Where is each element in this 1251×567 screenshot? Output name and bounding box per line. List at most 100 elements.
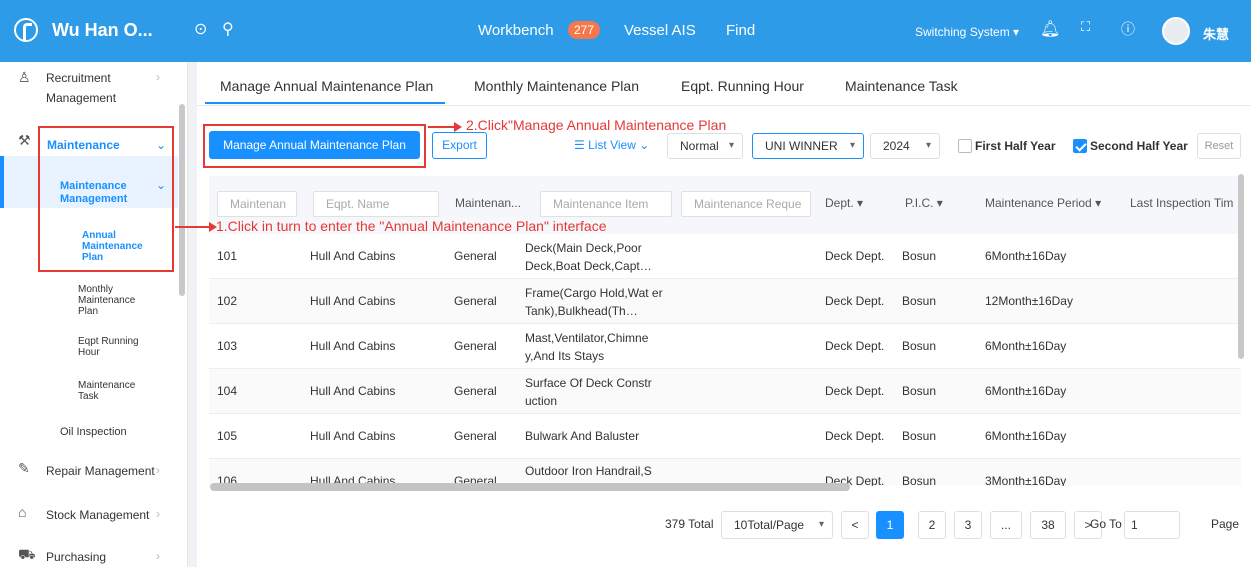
table-vertical-scrollbar[interactable]: [1238, 174, 1244, 359]
sidebar-item-repair[interactable]: ✎ Repair Management ›: [0, 460, 178, 482]
sidebar-item-maintenance-task[interactable]: Maintenance Task: [0, 380, 178, 404]
year-value: 2024: [883, 139, 910, 153]
tab-monthly-plan[interactable]: Monthly Maintenance Plan: [474, 78, 639, 94]
column-last-inspection[interactable]: Last Inspection Tim: [1130, 196, 1240, 210]
page-button[interactable]: 2: [918, 511, 946, 539]
sidebar-item-oil-inspection[interactable]: Oil Inspection: [0, 424, 178, 444]
table-horizontal-scrollbar[interactable]: [210, 483, 850, 491]
cell-dept: Deck Dept.: [825, 429, 885, 443]
cell-eqpt: Hull And Cabins: [310, 429, 396, 443]
wrench-icon: ⚒: [18, 132, 31, 148]
sidebar-item-purchasing[interactable]: ⛟ Purchasing ›: [0, 546, 178, 566]
list-view-toggle[interactable]: ☰ List View ⌄: [574, 138, 649, 152]
sidebar-scrollbar[interactable]: [179, 104, 185, 296]
sidebar-item-label: Oil Inspection: [60, 426, 127, 438]
cell-type: General: [454, 339, 497, 353]
cell-period: 3Month±16Day: [985, 474, 1067, 486]
cell-no: 105: [217, 429, 238, 443]
cell-item: Frame(Cargo Hold,Wat er Tank),Bulkhead(T…: [525, 286, 663, 318]
page-size-value: 10Total/Page: [734, 518, 805, 532]
table-row[interactable]: 102 Hull And Cabins General Frame(Cargo …: [209, 279, 1241, 324]
column-dept[interactable]: Dept. ▾: [825, 196, 863, 210]
page-ellipsis[interactable]: ...: [990, 511, 1022, 539]
column-maintenance-type[interactable]: Maintenan...: [455, 196, 521, 210]
vessel-value: UNI WINNER: [765, 139, 838, 153]
collapse-menu-icon[interactable]: ⊙: [194, 19, 207, 39]
filter-eqpt-name[interactable]: Eqpt. Name: [313, 191, 439, 217]
cell-no: 103: [217, 339, 238, 353]
annotation-box-button: [203, 124, 426, 168]
annotation-step1: 1.Click in turn to enter the "Annual Mai…: [216, 218, 607, 234]
reset-button[interactable]: Reset: [1197, 133, 1241, 159]
page-label: Page: [1211, 517, 1240, 531]
cell-no: 101: [217, 249, 238, 263]
pagination-total: 379 Total: [665, 517, 714, 531]
search-icon[interactable]: ⚲: [222, 19, 234, 39]
filter-maintenance-item[interactable]: Maintenance Item: [540, 191, 672, 217]
cell-item: Surface Of Deck Constr uction: [525, 376, 652, 408]
year-select[interactable]: 2024 ▾: [870, 133, 940, 159]
table-row[interactable]: 103 Hull And Cabins General Mast,Ventila…: [209, 324, 1241, 369]
page-size-select[interactable]: 10Total/Page ▾: [721, 511, 833, 539]
list-icon: ☰: [574, 138, 589, 152]
cell-period: 6Month±16Day: [985, 429, 1067, 443]
sidebar-item-stock[interactable]: ⌂ Stock Management ›: [0, 504, 178, 526]
avatar[interactable]: [1162, 17, 1190, 45]
cell-dept: Deck Dept.: [825, 249, 885, 263]
first-half-label[interactable]: First Half Year: [975, 139, 1055, 153]
switching-system-dropdown[interactable]: Switching System ▾: [915, 25, 1019, 39]
cell-eqpt: Hull And Cabins: [310, 339, 396, 353]
second-half-label[interactable]: Second Half Year: [1090, 139, 1188, 153]
prev-page-button[interactable]: <: [841, 511, 869, 539]
tab-bar: Manage Annual Maintenance Plan Monthly M…: [197, 62, 1251, 106]
goto-page-input[interactable]: 1: [1124, 511, 1180, 539]
sidebar-item-eqpt-running[interactable]: Eqpt Running Hour: [0, 336, 178, 360]
tool-icon: ✎: [18, 460, 30, 476]
table-row[interactable]: 101 Hull And Cabins General Deck(Main De…: [209, 234, 1241, 279]
nav-workbench[interactable]: Workbench: [478, 22, 554, 39]
chevron-down-icon: ▾: [925, 140, 931, 151]
tab-annual-plan[interactable]: Manage Annual Maintenance Plan: [220, 78, 433, 94]
tab-running-hour[interactable]: Eqpt. Running Hour: [681, 78, 804, 94]
filter-maintenance-no[interactable]: Maintenan: [217, 191, 297, 217]
cell-eqpt: Hull And Cabins: [310, 294, 396, 308]
second-half-checkbox[interactable]: [1073, 139, 1087, 153]
chevron-right-icon: ›: [156, 70, 160, 84]
help-icon[interactable]: ⓘ: [1121, 19, 1135, 39]
table-row[interactable]: 106 Hull And Cabins General Outdoor Iron…: [209, 459, 1241, 486]
cell-no: 102: [217, 294, 238, 308]
table-row[interactable]: 105 Hull And Cabins General Bulwark And …: [209, 414, 1241, 459]
user-name[interactable]: 朱慧: [1203, 24, 1229, 43]
annotation-step2: 2.Click"Manage Annual Maintenance Plan: [466, 117, 727, 133]
cell-pic: Bosun: [902, 384, 937, 398]
sidebar-item-recruitment[interactable]: ♙ Recruitment Management ›: [0, 66, 178, 110]
cell-no: 104: [217, 384, 238, 398]
chevron-down-icon: ▾: [818, 519, 824, 530]
active-tab-underline: [205, 102, 445, 104]
tab-maintenance-task[interactable]: Maintenance Task: [845, 78, 958, 94]
cell-item: Mast,Ventilator,Chimne y,And Its Stays: [525, 331, 649, 363]
workbench-badge: 277: [568, 21, 601, 39]
fullscreen-icon[interactable]: ⛶: [1081, 19, 1090, 35]
first-half-checkbox[interactable]: [958, 139, 972, 153]
vessel-select[interactable]: UNI WINNER ▾: [752, 133, 864, 159]
export-button[interactable]: Export: [432, 132, 487, 159]
person-icon: ♙: [18, 69, 31, 85]
app-title[interactable]: Wu Han O...: [52, 20, 153, 41]
nav-vessel-ais[interactable]: Vessel AIS: [624, 22, 696, 39]
page-button[interactable]: 1: [876, 511, 904, 539]
filter-maintenance-requirement[interactable]: Maintenance Reque: [681, 191, 811, 217]
page-button[interactable]: 3: [954, 511, 982, 539]
column-pic[interactable]: P.I.C. ▾: [905, 196, 943, 210]
mode-select[interactable]: Normal ▾: [667, 133, 743, 159]
nav-find[interactable]: Find: [726, 22, 755, 39]
table-body: 101 Hull And Cabins General Deck(Main De…: [209, 234, 1241, 486]
sidebar-item-monthly-plan[interactable]: Monthly Maintenance Plan: [0, 284, 178, 317]
table-row[interactable]: 104 Hull And Cabins General Surface Of D…: [209, 369, 1241, 414]
cell-period: 6Month±16Day: [985, 384, 1067, 398]
column-maintenance-period[interactable]: Maintenance Period ▾: [985, 196, 1101, 210]
bell-icon[interactable]: 🔔︎: [1040, 19, 1060, 39]
page-button[interactable]: 38: [1030, 511, 1066, 539]
cell-pic: Bosun: [902, 474, 937, 486]
cell-period: 12Month±16Day: [985, 294, 1073, 308]
